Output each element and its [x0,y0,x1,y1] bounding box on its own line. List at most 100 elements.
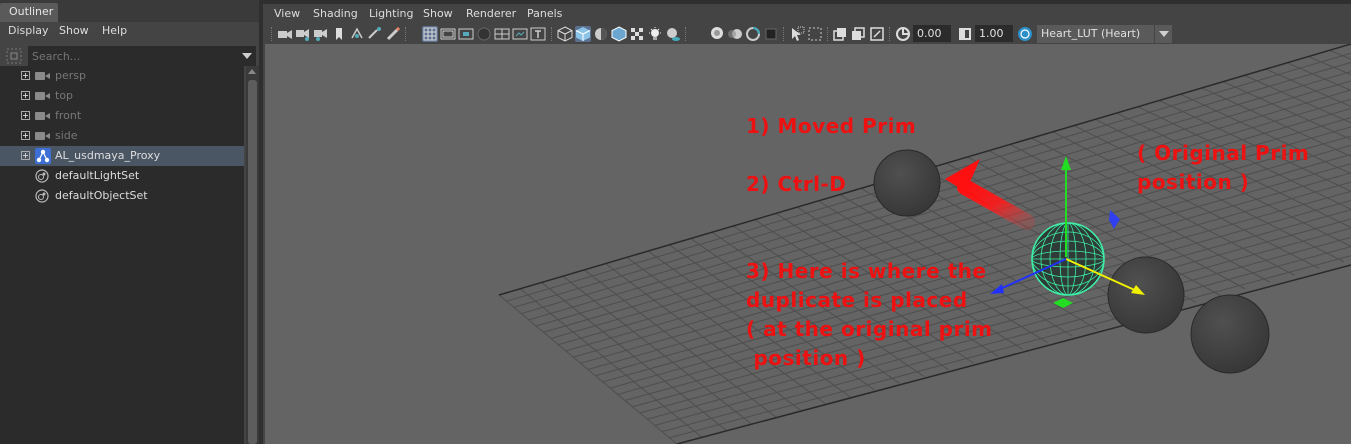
toolbar-separator [889,27,891,41]
menu-lighting[interactable]: Lighting [369,7,413,20]
depth-of-field-icon[interactable] [763,26,779,42]
isolate-select-icon[interactable] [789,26,805,42]
gate-mask-icon[interactable] [476,26,492,42]
object-set-icon [35,169,49,183]
toolbar-separator [551,27,553,41]
anti-aliasing-icon[interactable] [745,26,761,42]
outliner-search-bar [4,46,256,66]
smooth-shade-icon[interactable] [575,26,591,42]
menu-renderer[interactable]: Renderer [466,7,516,20]
tree-item-top[interactable]: top [0,86,244,106]
scene-canvas[interactable] [265,44,1351,444]
menu-show[interactable]: Show [59,24,89,37]
tree-item-label: persp [55,69,86,82]
backface-culling-icon[interactable] [869,26,885,42]
scrollbar-thumb[interactable] [248,80,257,444]
panel-divider[interactable] [259,0,263,444]
field-chart-icon[interactable] [494,26,510,42]
camera-icon [35,91,51,101]
xray-icon[interactable] [807,26,823,42]
tree-item-default-light-set[interactable]: defaultLightSet [0,166,244,186]
menu-display[interactable]: Display [8,24,49,37]
camera-bookmark-icon[interactable] [313,26,329,42]
expand-icon[interactable] [21,91,30,100]
select-camera-icon[interactable] [277,26,293,42]
tree-item-label: defaultObjectSet [55,189,148,202]
tree-item-side[interactable]: side [0,126,244,146]
chevron-down-icon[interactable] [238,46,256,66]
tree-item-label: front [55,109,82,122]
xray-joints-icon[interactable] [850,26,866,42]
annotation-step2: 2) Ctrl-D [746,172,847,196]
menu-panels[interactable]: Panels [527,7,562,20]
scroll-up-icon[interactable] [248,69,256,74]
moved-prim-sphere[interactable] [873,149,941,217]
expand-icon[interactable] [21,111,30,120]
wireframe-on-shaded-icon[interactable] [611,26,627,42]
expand-icon[interactable] [21,131,30,140]
outliner-tab-bar: Outliner [0,0,259,22]
toolbar-separator [271,27,273,41]
expand-icon[interactable] [21,151,30,160]
menu-view[interactable]: View [274,7,300,20]
image-plane-icon[interactable] [349,26,365,42]
chevron-down-icon[interactable] [1154,25,1172,43]
search-input[interactable] [28,46,238,66]
safe-title-icon[interactable] [530,26,546,42]
grid-line [1308,56,1351,76]
outliner-tab[interactable]: Outliner [0,3,58,22]
object-set-icon [35,189,49,203]
default-material-icon[interactable] [593,26,609,42]
usd-proxy-icon [35,148,51,164]
camera-icon [35,111,51,121]
grease-pencil-icon[interactable] [385,26,401,42]
color-transform-select[interactable]: Heart_LUT (Heart) [1037,25,1172,43]
filter-icon[interactable] [4,46,24,66]
xray-active-components-icon[interactable] [832,26,848,42]
film-gate-icon[interactable] [440,26,456,42]
color-management-icon[interactable] [1017,26,1033,42]
tree-item-al-usdmaya-proxy[interactable]: AL_usdmaya_Proxy [0,146,244,166]
grid-toggle-icon[interactable] [422,26,438,42]
camera-icon [35,131,51,141]
use-all-lights-icon[interactable] [647,26,663,42]
wireframe-icon[interactable] [557,26,573,42]
tree-item-front[interactable]: front [0,106,244,126]
ground-grid [498,44,1351,444]
annotation-step1: 1) Moved Prim [746,114,917,138]
viewport-menu-bar: View Shading Lighting Show Renderer Pane… [265,4,1351,24]
shadows-icon[interactable] [665,26,681,42]
tree-item-default-object-set[interactable]: defaultObjectSet [0,186,244,206]
sphere-object[interactable] [1107,256,1185,334]
viewport-toolbar: Heart_LUT (Heart) [265,24,1351,44]
sphere-object[interactable] [1190,294,1270,374]
tree-item-persp[interactable]: persp [0,66,244,86]
gamma-field[interactable] [975,25,1013,42]
tree-item-label: defaultLightSet [55,169,140,182]
exposure-field[interactable] [913,25,951,42]
gamma-icon[interactable] [957,26,973,42]
two-d-pan-zoom-icon[interactable] [367,26,383,42]
toolbar-separator [405,27,407,41]
exposure-icon[interactable] [895,26,911,42]
outliner-menu-bar: Display Show Help [0,22,259,41]
menu-shading[interactable]: Shading [313,7,358,20]
annotation-original-position: ( Original Prim position ) [1137,141,1310,194]
camera-icon [35,71,51,81]
motion-blur-icon[interactable] [727,26,743,42]
toolbar-separator [783,27,785,41]
expand-icon[interactable] [21,71,30,80]
safe-action-icon[interactable] [512,26,528,42]
grid-line [562,275,752,425]
menu-help[interactable]: Help [102,24,127,37]
resolution-gate-icon[interactable] [458,26,474,42]
outliner-scrollbar[interactable] [246,66,259,444]
textured-icon[interactable] [629,26,645,42]
screen-space-ao-icon[interactable] [709,26,725,42]
tree-item-label: top [55,89,74,102]
bookmark-icon[interactable] [331,26,347,42]
menu-show[interactable]: Show [423,7,453,20]
camera-attributes-icon[interactable] [295,26,311,42]
toolbar-separator [827,27,829,41]
viewport-3d[interactable]: 1) Moved Prim 2) Ctrl-D ( Original Prim … [265,44,1351,444]
